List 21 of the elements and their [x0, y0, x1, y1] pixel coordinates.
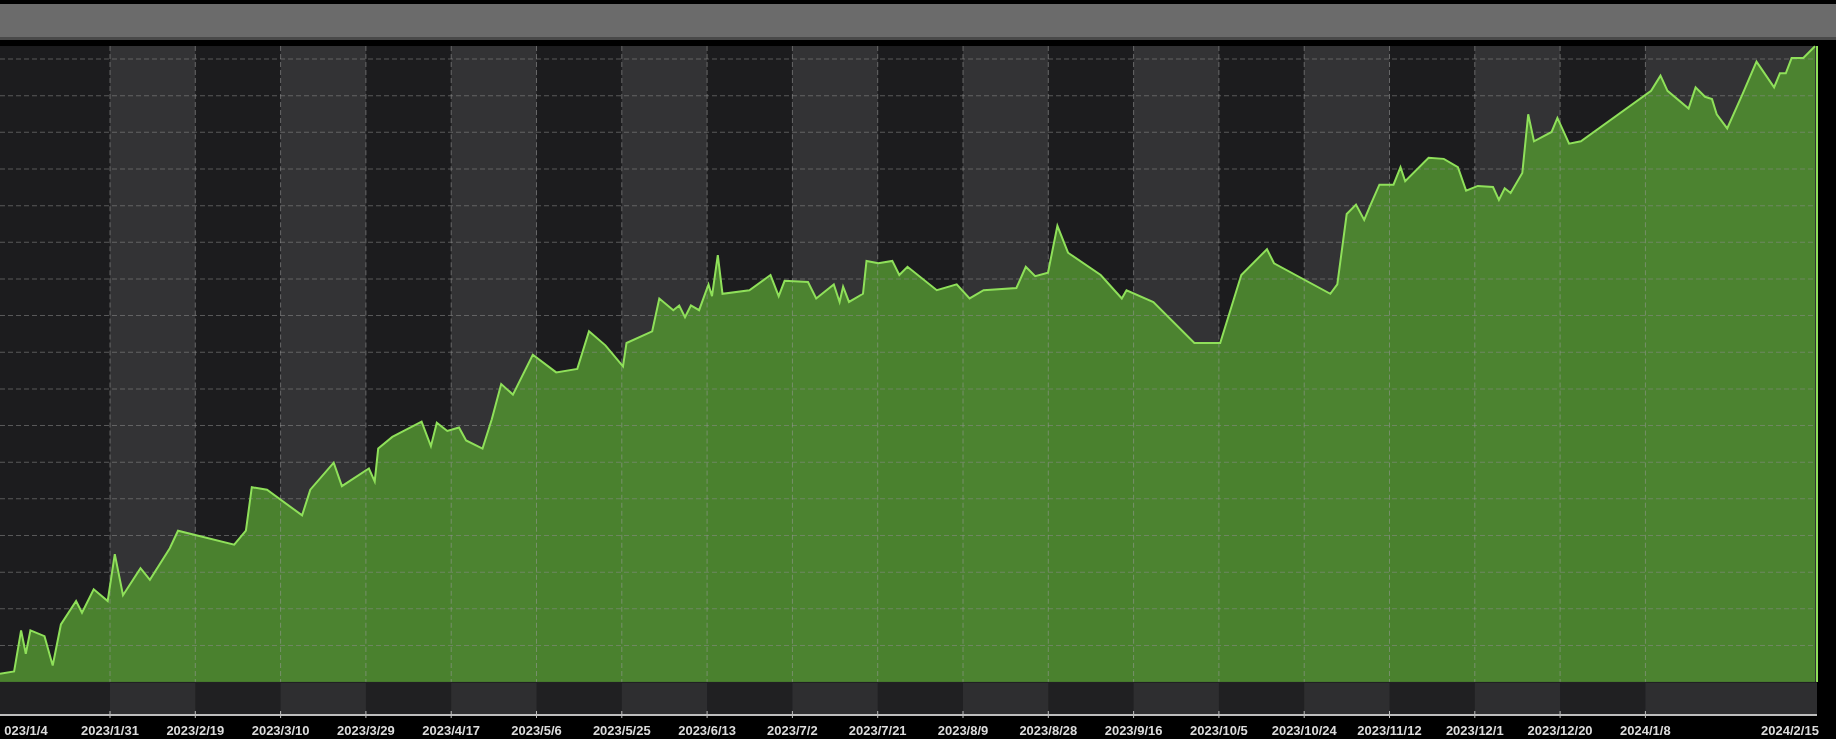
axis-label: 2023/5/25 [592, 723, 651, 738]
axis-label: 2024/1/8 [1620, 723, 1671, 738]
axis-label: 2023/3/10 [251, 723, 310, 738]
axis-label: 2023/5/6 [511, 723, 562, 738]
axis-label: 2023/10/24 [1271, 723, 1337, 738]
axis-label: 2023/12/20 [1527, 723, 1593, 738]
axis-label: 2023/4/17 [422, 723, 481, 738]
axis-label: 2023/8/9 [937, 723, 989, 738]
axis-label: 2023/7/2 [767, 723, 818, 738]
axis-label: 2023/10/5 [1190, 723, 1248, 738]
axis-label: 2023/1/31 [81, 723, 139, 738]
axis-label: 2023/3/29 [337, 723, 395, 738]
axis-label: 2023/8/28 [1019, 723, 1078, 738]
axis-label: 2023/2/19 [166, 723, 225, 738]
axis-label: 2023/11/12 [1357, 723, 1422, 738]
axis-label: 2023/9/16 [1104, 723, 1163, 738]
axis-label: 2024/2/15 [1761, 723, 1819, 738]
axis-label: 2023/12/1 [1445, 723, 1504, 738]
axis-label: 2023/6/13 [678, 723, 736, 738]
axis-label: 2023/7/21 [848, 723, 907, 738]
axis-label: 023/1/4 [4, 723, 48, 738]
